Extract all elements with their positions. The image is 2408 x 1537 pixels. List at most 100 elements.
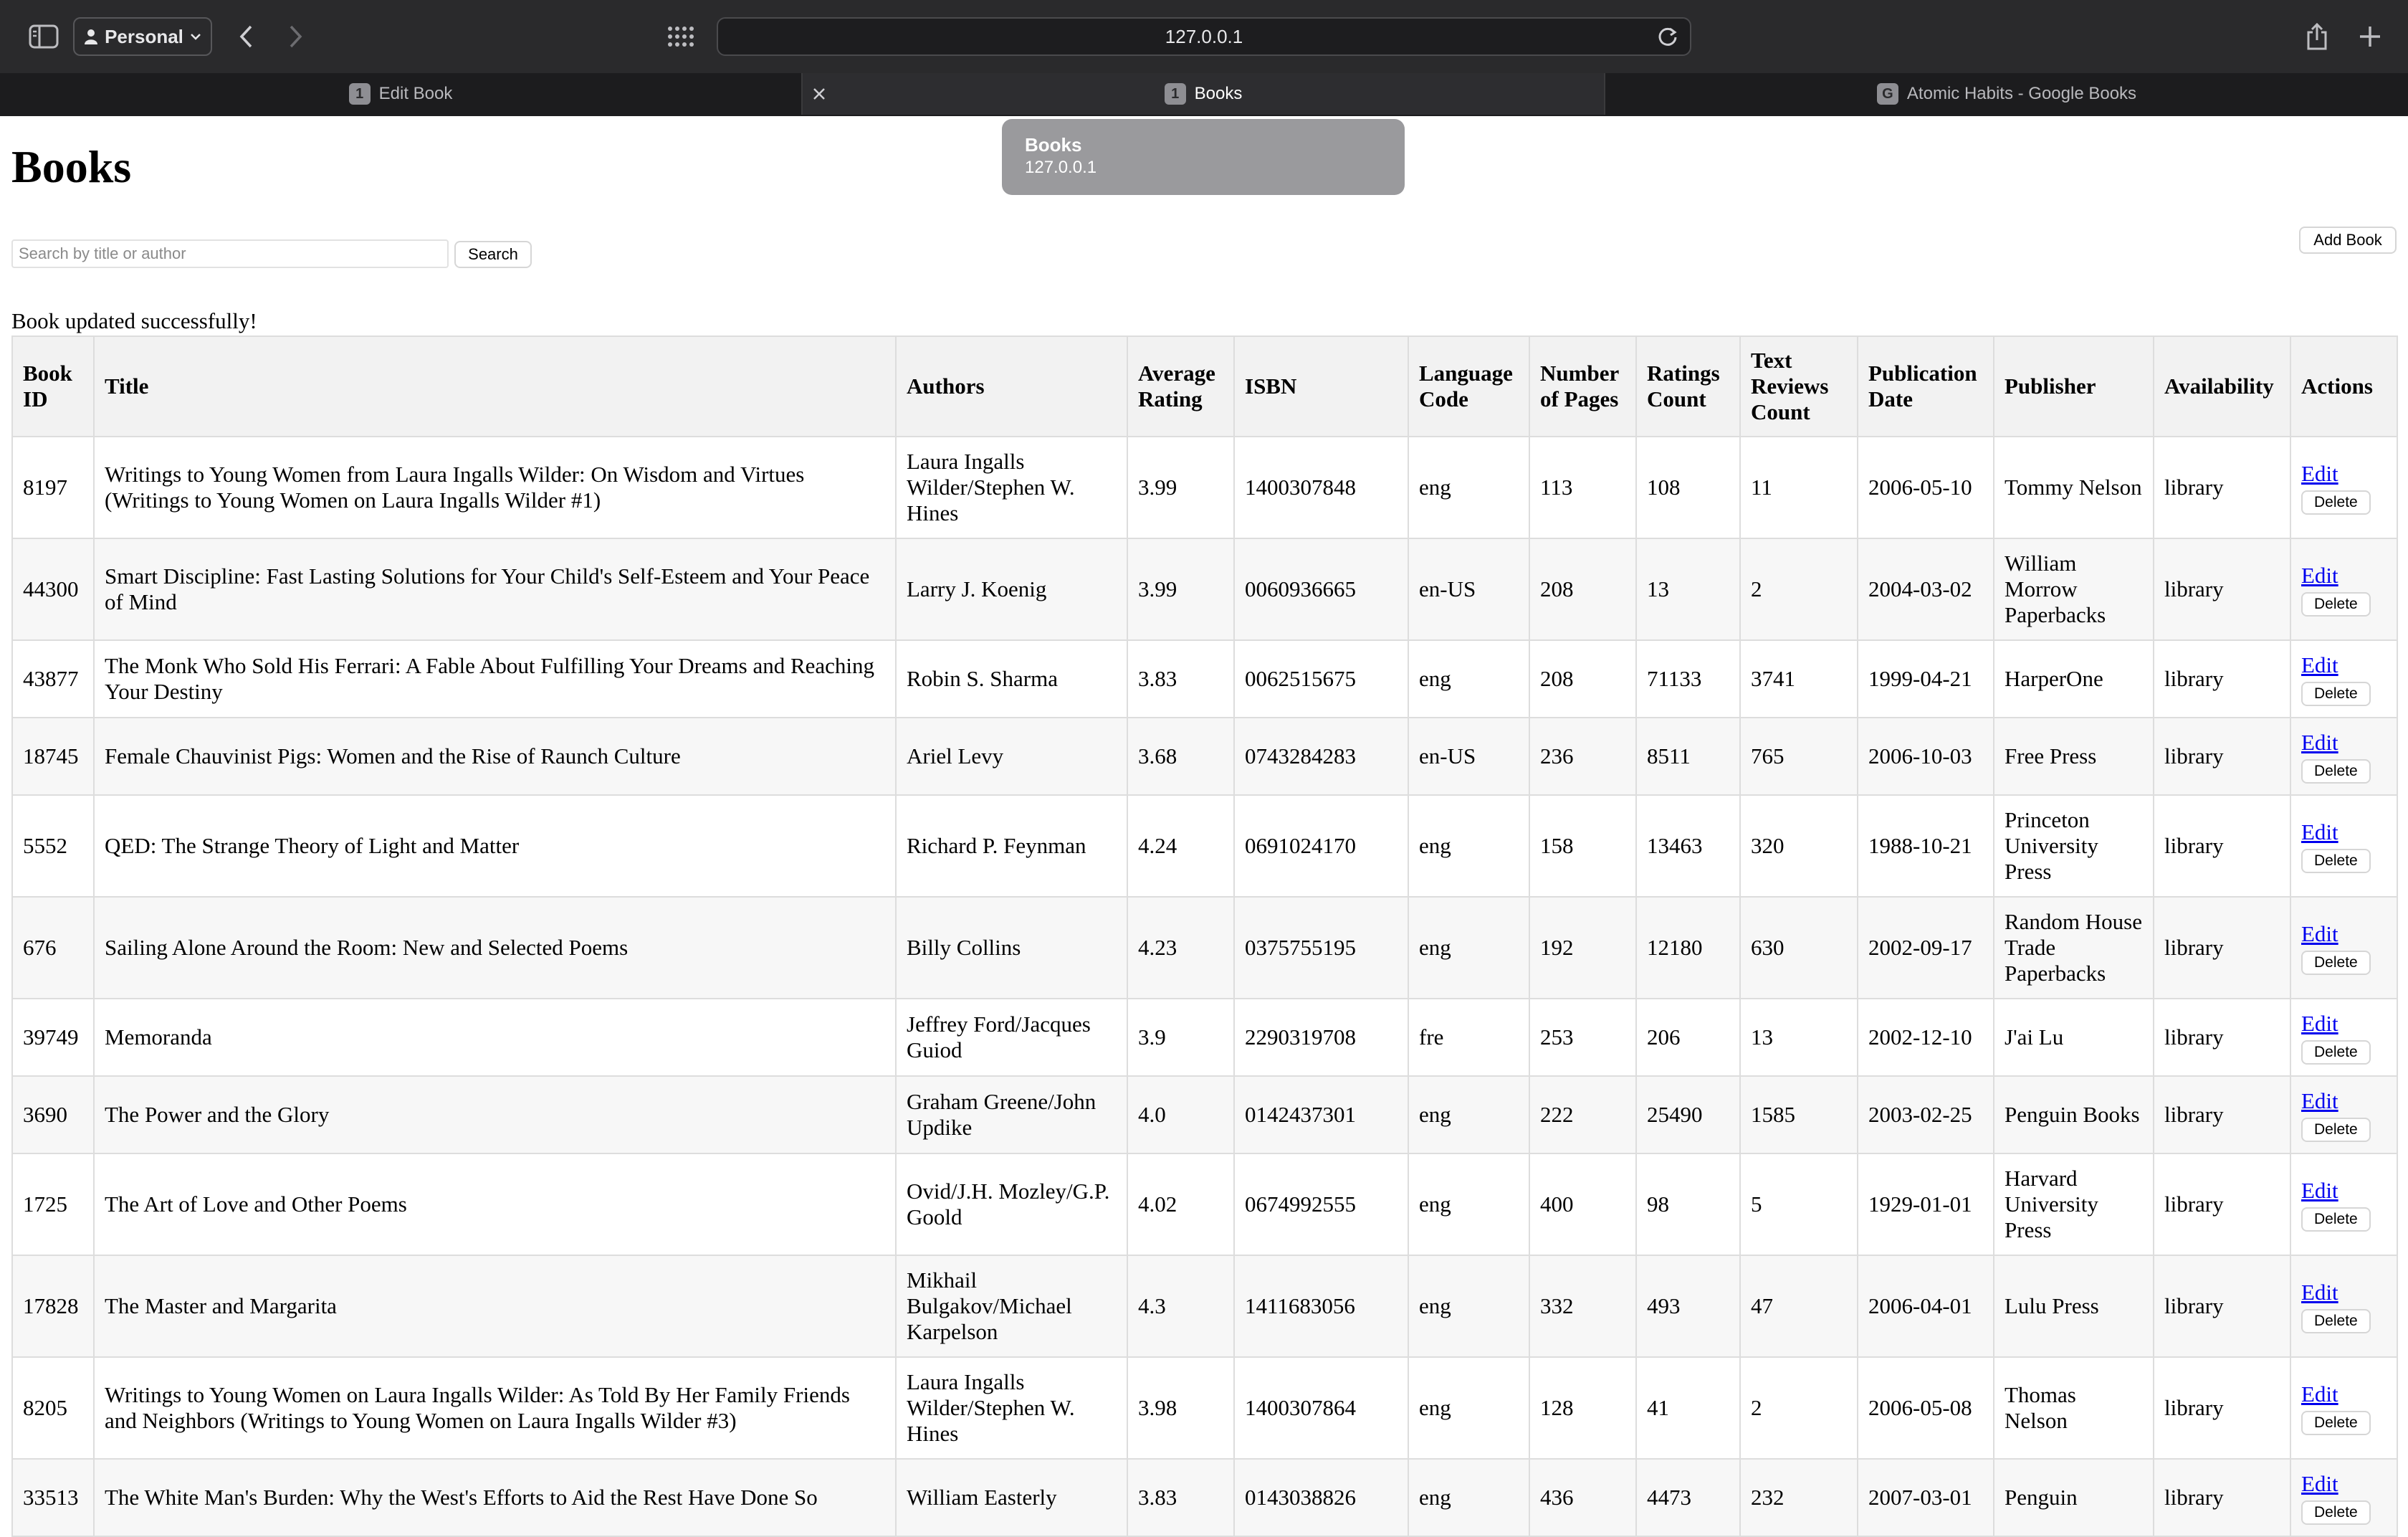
profile-button[interactable]: Personal (73, 17, 212, 56)
actions-cell: Edit Delete (2290, 639, 2398, 718)
edit-link[interactable]: Edit (2301, 921, 2386, 947)
delete-button[interactable]: Delete (2301, 950, 2371, 975)
column-header: Language Code (1408, 336, 1530, 437)
tab-label: Edit Book (378, 84, 453, 103)
title-cell: The Master and Margarita (93, 1255, 897, 1358)
success-message: Book updated successfully! (11, 308, 257, 333)
edit-link[interactable]: Edit (2301, 1088, 2386, 1114)
book-id-cell: 3690 (11, 1075, 95, 1154)
column-header: Authors (895, 336, 1128, 437)
rating-cell: 3.9 (1127, 998, 1235, 1077)
book-id-cell: 43877 (11, 639, 95, 718)
pages-cell: 192 (1529, 896, 1637, 999)
tab-strip: 1 Edit Book 1 Books G Atomic Habits - Go… (0, 73, 2408, 116)
edit-link[interactable]: Edit (2301, 730, 2386, 756)
delete-button[interactable]: Delete (2301, 1410, 2371, 1435)
tab-books[interactable]: 1 Books (803, 73, 1604, 115)
edit-link[interactable]: Edit (2301, 461, 2386, 487)
language-cell: eng (1408, 794, 1530, 898)
publisher-cell: Thomas Nelson (1993, 1356, 2154, 1460)
close-tab-icon[interactable] (808, 83, 830, 105)
book-id-cell: 33513 (11, 1458, 95, 1537)
column-header: ISBN (1233, 336, 1409, 437)
tab-favicon: G (1876, 83, 1898, 105)
pages-cell: 128 (1529, 1356, 1637, 1460)
actions-cell: Edit Delete (2290, 794, 2398, 898)
edit-link[interactable]: Edit (2301, 563, 2386, 589)
share-icon[interactable] (2296, 16, 2338, 57)
edit-link[interactable]: Edit (2301, 1178, 2386, 1204)
tab-overview-grid-icon[interactable] (661, 16, 702, 57)
edit-link[interactable]: Edit (2301, 1011, 2386, 1037)
ratings-count-cell: 13463 (1635, 794, 1741, 898)
delete-button[interactable]: Delete (2301, 490, 2371, 515)
ratings-count-cell: 206 (1635, 998, 1741, 1077)
tab-edit-book[interactable]: 1 Edit Book (0, 73, 801, 115)
ratings-count-cell: 13 (1635, 538, 1741, 641)
table-row: 18745 Female Chauvinist Pigs: Women and t… (11, 717, 2398, 796)
reviews-count-cell: 630 (1739, 896, 1858, 999)
search-input[interactable] (11, 239, 449, 268)
authors-cell: Richard P. Feynman (895, 794, 1128, 898)
language-cell: eng (1408, 1356, 1530, 1460)
edit-link[interactable]: Edit (2301, 1381, 2386, 1407)
isbn-cell: 0743284283 (1233, 717, 1409, 796)
authors-cell: William Easterly (895, 1458, 1128, 1537)
title-cell: QED: The Strange Theory of Light and Mat… (93, 794, 897, 898)
new-tab-plus-icon[interactable] (2349, 16, 2391, 57)
actions-cell: Edit Delete (2290, 998, 2398, 1077)
delete-button[interactable]: Delete (2301, 1207, 2371, 1232)
isbn-cell: 1411683056 (1233, 1255, 1409, 1358)
column-header: Book ID (11, 336, 95, 437)
forward-icon[interactable] (275, 16, 317, 57)
availability-cell: library (2153, 998, 2291, 1077)
delete-button[interactable]: Delete (2301, 591, 2371, 617)
delete-button[interactable]: Delete (2301, 1308, 2371, 1333)
availability-cell: library (2153, 1458, 2291, 1537)
authors-cell: Billy Collins (895, 896, 1128, 999)
search-button[interactable]: Search (454, 241, 532, 268)
reviews-count-cell: 765 (1739, 717, 1858, 796)
back-icon[interactable] (225, 16, 267, 57)
edit-link[interactable]: Edit (2301, 1280, 2386, 1305)
edit-link[interactable]: Edit (2301, 1471, 2386, 1497)
delete-button[interactable]: Delete (2301, 1039, 2371, 1065)
edit-link[interactable]: Edit (2301, 819, 2386, 845)
isbn-cell: 0375755195 (1233, 896, 1409, 999)
authors-cell: Jeffrey Ford/Jacques Guiod (895, 998, 1128, 1077)
authors-cell: Larry J. Koenig (895, 538, 1128, 641)
delete-button[interactable]: Delete (2301, 1500, 2371, 1525)
isbn-cell: 0691024170 (1233, 794, 1409, 898)
column-header: Availability (2153, 336, 2291, 437)
person-icon (85, 29, 98, 44)
table-row: 17828 The Master and Margarita Mikhail Bul… (11, 1255, 2398, 1358)
edit-link[interactable]: Edit (2301, 652, 2386, 678)
sidebar-toggle-icon[interactable] (23, 16, 64, 57)
publisher-cell: William Morrow Paperbacks (1993, 538, 2154, 641)
actions-cell: Edit Delete (2290, 896, 2398, 999)
isbn-cell: 0143038826 (1233, 1458, 1409, 1537)
rating-cell: 3.99 (1127, 538, 1235, 641)
table-row: 3690 The Power and the Glory Graham Greene… (11, 1075, 2398, 1154)
actions-cell: Edit Delete (2290, 436, 2398, 539)
tab-favicon: 1 (1164, 83, 1186, 105)
delete-button[interactable]: Delete (2301, 1117, 2371, 1142)
delete-button[interactable]: Delete (2301, 848, 2371, 873)
title-cell: Sailing Alone Around the Room: New and S… (93, 896, 897, 999)
reload-icon[interactable] (1657, 26, 1678, 47)
publication-date-cell: 2002-09-17 (1857, 896, 1994, 999)
column-header: Publisher (1993, 336, 2154, 437)
add-book-button[interactable]: Add Book (2299, 227, 2397, 254)
ratings-count-cell: 71133 (1635, 639, 1741, 718)
table-row: 8197 Writings to Young Women from Laura I… (11, 436, 2398, 539)
delete-button[interactable]: Delete (2301, 681, 2371, 706)
delete-button[interactable]: Delete (2301, 758, 2371, 784)
book-id-cell: 17828 (11, 1255, 95, 1358)
authors-cell: Ariel Levy (895, 717, 1128, 796)
rating-cell: 4.3 (1127, 1255, 1235, 1358)
tab-atomic-habits[interactable]: G Atomic Habits - Google Books (1605, 73, 2408, 115)
address-bar[interactable]: 127.0.0.1 (717, 17, 1691, 56)
authors-cell: Laura Ingalls Wilder/Stephen W. Hines (895, 436, 1128, 539)
publisher-cell: Harvard University Press (1993, 1153, 2154, 1256)
availability-cell: library (2153, 1075, 2291, 1154)
